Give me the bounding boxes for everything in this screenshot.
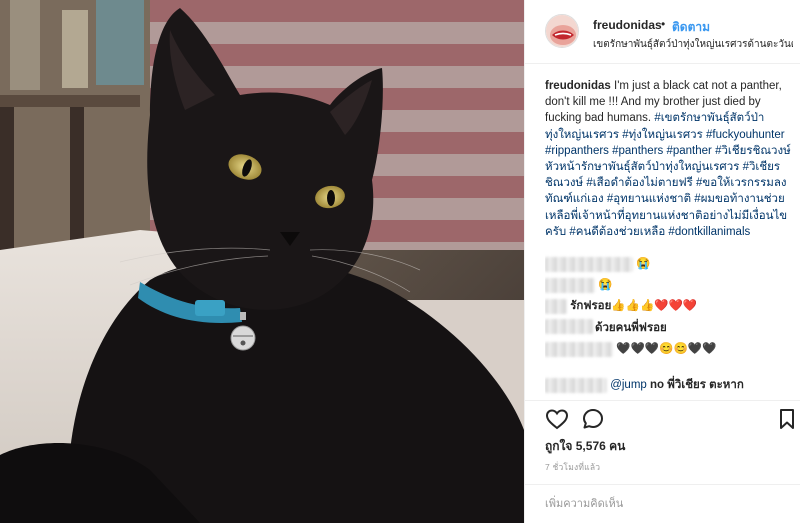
heart-icon[interactable] [545, 407, 569, 431]
action-bar [525, 400, 800, 436]
username-link[interactable]: freudonidas [593, 18, 662, 32]
list-item: 😭 [545, 276, 613, 294]
black-cat-photo [0, 0, 524, 523]
comment-text: 🖤🖤🖤😊😊🖤🖤 [616, 343, 717, 355]
list-item [545, 318, 593, 336]
blurred-username [545, 319, 593, 335]
caption-username[interactable]: freudonidas [545, 80, 611, 92]
list-item: 🖤🖤🖤😊😊🖤🖤 [545, 340, 716, 358]
avatar-image [546, 15, 578, 47]
mention-link[interactable]: @jump [610, 379, 647, 391]
post-side-panel: freudonidas • ติดตาม เขตรักษาพันธุ์สัตว์… [524, 0, 800, 523]
comment-text: ด้วยคนพี่ฟรอย [595, 322, 667, 334]
blurred-username [545, 341, 613, 357]
caption-hashtags[interactable]: #เขตรักษาพันธุ์สัตว์ป่าทุ่งใหญ่นเรศวร #ท… [545, 112, 791, 237]
separator-dot: • [661, 17, 666, 31]
avatar[interactable] [545, 14, 579, 48]
location-link[interactable]: เขตรักษาพันธุ์สัตว์ป่าทุ่งใหญ่นเรศวรด้าน… [593, 37, 793, 52]
post-header: freudonidas • ติดตาม เขตรักษาพันธุ์สัตว์… [525, 0, 800, 64]
bookmark-icon[interactable] [775, 407, 799, 431]
list-item: รักฟรอย👍👍👍❤️❤️❤️ [545, 297, 697, 315]
list-item: @jump no พี่วิเชียร ตะหาก [545, 376, 744, 394]
list-item: ด้วยคนพี่ฟรอย [595, 319, 667, 337]
blurred-username [545, 256, 633, 272]
blurred-username [545, 298, 567, 314]
comment-body: no พี่วิเชียร ตะหาก [650, 379, 744, 391]
comment-input[interactable] [545, 493, 781, 515]
comment-text: รักฟรอย👍👍👍❤️❤️❤️ [570, 300, 698, 312]
list-item: 😭 [545, 255, 651, 273]
comment-bubble-icon[interactable] [581, 407, 605, 431]
comment-text: 😭 [598, 279, 613, 291]
follow-button[interactable]: ติดตาม [672, 18, 710, 37]
blurred-username [545, 277, 595, 293]
comment-text: 😭 [636, 258, 651, 270]
comment-text: @jump no พี่วิเชียร ตะหาก [610, 376, 744, 394]
add-comment-bar [525, 484, 800, 523]
blurred-username [545, 377, 607, 393]
caption: freudonidas I'm just a black cat not a p… [545, 78, 791, 240]
post-photo[interactable] [0, 0, 524, 523]
comments-list[interactable]: freudonidas I'm just a black cat not a p… [545, 78, 791, 400]
post-timestamp: 7 ชั่วโมงที่แล้ว [545, 462, 601, 472]
likes-count[interactable]: ถูกใจ 5,576 คน [545, 437, 625, 456]
